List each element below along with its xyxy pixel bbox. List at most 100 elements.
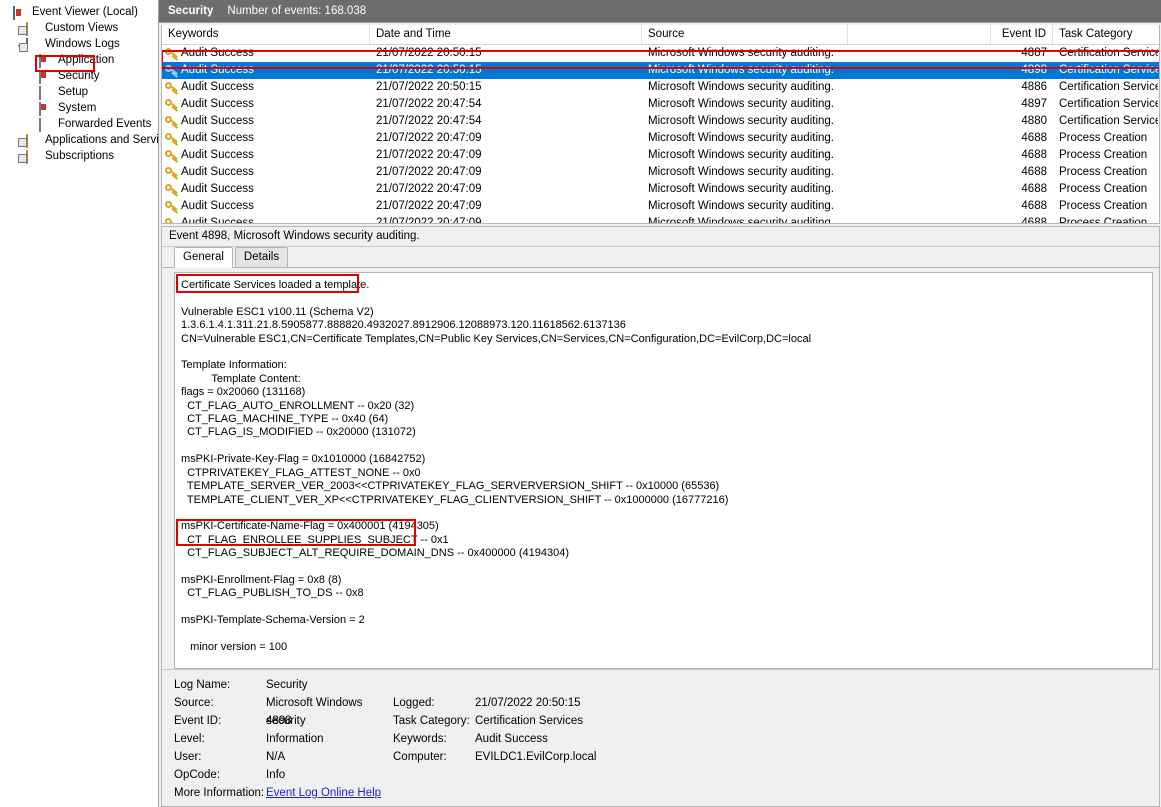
metadata-label-secondary <box>393 676 475 694</box>
log-header-bar: Security Number of events: 168.038 <box>159 0 1161 23</box>
cell-date-time: 21/07/2022 20:50:15 <box>376 47 482 59</box>
table-row[interactable]: Audit Success 21/07/2022 20:47:09 Microsof… <box>162 215 1159 223</box>
event-log-online-help-link[interactable]: Event Log Online Help <box>266 784 381 802</box>
cell-source: Microsoft Windows security auditing. <box>648 98 834 110</box>
main-content: Security Number of events: 168.038 Keywo… <box>159 0 1161 807</box>
sidebar-item-system[interactable]: System <box>0 100 158 116</box>
cell-source: Microsoft Windows security auditing. <box>648 115 834 127</box>
table-row[interactable]: Audit Success 21/07/2022 20:47:54 Microsof… <box>162 113 1159 130</box>
cell-spacer <box>848 181 991 198</box>
cell-source: Microsoft Windows security auditing. <box>648 149 834 161</box>
sidebar-item-label: Security <box>58 70 100 82</box>
sidebar-item-subscriptions[interactable]: Subscriptions <box>0 148 158 164</box>
cell-task-category: Process Creation <box>1059 217 1148 223</box>
detail-tabs[interactable]: General Details <box>162 247 1159 268</box>
tab-general[interactable]: General <box>174 247 233 268</box>
cell-date-time: 21/07/2022 20:47:09 <box>376 183 482 195</box>
sidebar-item-application[interactable]: Application <box>0 52 158 68</box>
cell-date-time: 21/07/2022 20:47:09 <box>376 200 482 212</box>
cell-keywords: Audit Success <box>181 166 254 178</box>
folder-icon <box>26 149 42 164</box>
metadata-value: Security <box>266 679 308 691</box>
event-list-column-headers[interactable]: Keywords Date and Time Source Event ID T… <box>162 25 1159 45</box>
column-header-source[interactable]: Source <box>642 25 848 44</box>
event-list[interactable]: Keywords Date and Time Source Event ID T… <box>161 25 1160 224</box>
sidebar-item-custom-views[interactable]: ›Custom Views <box>0 20 158 36</box>
column-header-spacer[interactable] <box>848 25 991 44</box>
column-header-event-id[interactable]: Event ID <box>991 25 1053 44</box>
cell-spacer <box>848 147 991 164</box>
sidebar-item-windows-logs[interactable]: ⌄Windows Logs <box>0 36 158 52</box>
navigation-tree[interactable]: Event Viewer (Local) ›Custom Views⌄Window… <box>0 0 159 807</box>
event-rows[interactable]: Audit Success 21/07/2022 20:50:15 Microsof… <box>162 45 1159 223</box>
audit-success-key-icon <box>165 200 178 213</box>
column-header-date-time[interactable]: Date and Time <box>370 25 642 44</box>
metadata-row: Log Name: Security <box>174 676 1159 694</box>
metadata-label: OpCode: <box>174 769 221 781</box>
cell-date-time: 21/07/2022 20:47:54 <box>376 115 482 127</box>
cell-source: Microsoft Windows security auditing. <box>648 183 834 195</box>
table-row[interactable]: Audit Success 21/07/2022 20:50:15 Microsof… <box>162 45 1159 62</box>
sidebar-item-event-viewer-local[interactable]: Event Viewer (Local) <box>0 4 158 20</box>
audit-success-key-icon <box>165 64 178 77</box>
column-header-task-category[interactable]: Task Category <box>1053 25 1158 44</box>
metadata-label-secondary: Computer: <box>393 751 447 763</box>
event-detail-title: Event 4898, Microsoft Windows security a… <box>162 227 1159 247</box>
cell-event-id: 4887 <box>1021 47 1047 59</box>
sidebar-item-label: Application <box>58 54 115 66</box>
plain-log-icon <box>39 117 55 132</box>
metadata-label-secondary: Task Category: <box>393 715 470 727</box>
cell-keywords: Audit Success <box>181 98 254 110</box>
cell-keywords: Audit Success <box>181 200 254 212</box>
cell-source: Microsoft Windows security auditing. <box>648 132 834 144</box>
cell-keywords: Audit Success <box>181 183 254 195</box>
table-row[interactable]: Audit Success 21/07/2022 20:47:09 Microsof… <box>162 130 1159 147</box>
event-viewer-icon <box>13 5 29 20</box>
log-book-icon <box>39 101 55 116</box>
table-row[interactable]: Audit Success 21/07/2022 20:47:54 Microsof… <box>162 96 1159 113</box>
plain-log-icon <box>39 85 55 100</box>
log-book-icon <box>39 53 55 68</box>
log-book-icon <box>39 69 55 84</box>
cell-keywords: Audit Success <box>181 217 254 223</box>
metadata-row: Event ID: 4898 Task Category: Certification… <box>174 712 1159 730</box>
audit-success-key-icon <box>165 98 178 111</box>
cell-spacer <box>848 198 991 215</box>
event-detail-pane: Event 4898, Microsoft Windows security a… <box>161 226 1160 807</box>
sidebar-item-label: Applications and Services Lo <box>45 134 159 146</box>
cell-spacer <box>848 113 991 130</box>
metadata-value: N/A <box>266 751 286 763</box>
table-row[interactable]: Audit Success 21/07/2022 20:50:15 Microsof… <box>162 62 1159 79</box>
tab-details[interactable]: Details <box>234 247 289 267</box>
column-header-keywords[interactable]: Keywords <box>162 25 370 44</box>
sidebar-item-label: Custom Views <box>45 22 119 34</box>
cell-keywords: Audit Success <box>181 64 254 76</box>
cell-task-category: Process Creation <box>1059 200 1148 212</box>
cell-event-id: 4688 <box>1021 132 1047 144</box>
table-row[interactable]: Audit Success 21/07/2022 20:47:09 Microsof… <box>162 181 1159 198</box>
sidebar-item-setup[interactable]: Setup <box>0 84 158 100</box>
cell-source: Microsoft Windows security auditing. <box>648 217 834 223</box>
cell-event-id: 4688 <box>1021 200 1047 212</box>
event-description-box[interactable]: Certificate Services loaded a template. … <box>174 272 1153 669</box>
cell-date-time: 21/07/2022 20:50:15 <box>376 81 482 93</box>
table-row[interactable]: Audit Success 21/07/2022 20:47:09 Microsof… <box>162 164 1159 181</box>
cell-task-category: Certification Services <box>1059 115 1158 127</box>
table-row[interactable]: Audit Success 21/07/2022 20:50:15 Microsof… <box>162 79 1159 96</box>
sidebar-item-security[interactable]: Security <box>0 68 158 84</box>
sidebar-item-label: Setup <box>58 86 89 98</box>
table-row[interactable]: Audit Success 21/07/2022 20:47:09 Microsof… <box>162 147 1159 164</box>
table-row[interactable]: Audit Success 21/07/2022 20:47:09 Microsof… <box>162 198 1159 215</box>
sidebar-item-label: Forwarded Events <box>58 118 152 130</box>
metadata-row: Level: Information Keywords: Audit Success <box>174 730 1159 748</box>
sidebar-item-applications-and-services-logs[interactable]: ›Applications and Services Lo <box>0 132 158 148</box>
metadata-value-secondary <box>475 766 675 784</box>
cell-event-id: 4880 <box>1021 115 1047 127</box>
cell-event-id: 4886 <box>1021 81 1047 93</box>
sidebar-item-forwarded-events[interactable]: Forwarded Events <box>0 116 158 132</box>
cell-source: Microsoft Windows security auditing. <box>648 81 834 93</box>
cell-date-time: 21/07/2022 20:47:09 <box>376 149 482 161</box>
cell-spacer <box>848 130 991 147</box>
audit-success-key-icon <box>165 47 178 60</box>
cell-spacer <box>848 96 991 113</box>
